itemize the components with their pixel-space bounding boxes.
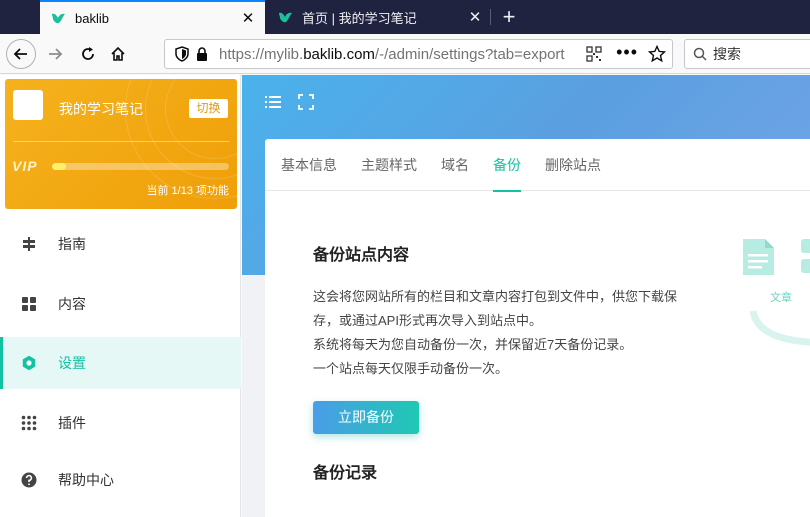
gear-icon: [20, 354, 38, 372]
search-input[interactable]: [713, 46, 803, 62]
tab-separator: [490, 9, 491, 25]
help-icon: [20, 471, 38, 489]
sidebar-item-label: 设置: [58, 355, 86, 371]
sidebar-item-label: 插件: [58, 415, 86, 431]
reload-icon: [82, 47, 94, 60]
star-icon[interactable]: [648, 45, 666, 63]
divider: [13, 141, 229, 142]
navigation-toolbar: https://mylib.baklib.com/-/admin/setting…: [0, 34, 810, 74]
arrow-left-icon: [13, 48, 27, 60]
vip-progress-fill: [52, 163, 66, 170]
close-tab-icon[interactable]: ✕: [464, 8, 486, 26]
description-line: 一个站点每天仅限手动备份一次。: [313, 361, 509, 376]
baklib-logo-icon: [279, 12, 292, 23]
url-path: /-/admin/settings?tab=export: [374, 45, 565, 63]
description-line: 存，或通过API形式再次导入到站点中。: [313, 313, 542, 328]
tab-backup[interactable]: 备份: [493, 139, 521, 192]
home-icon: [111, 46, 125, 61]
main-content: 基本信息 主题样式 域名 备份 删除站点 备份站点内容 这会将您网站所有的栏目和…: [242, 75, 810, 517]
vip-status: 当前 1/13 项功能: [146, 185, 229, 197]
sidebar: 我的学习笔记 切换 VIP 当前 1/13 项功能 指南 内容 设置 插件 帮助…: [0, 75, 241, 517]
page-actions-icon[interactable]: •••: [616, 42, 638, 63]
address-bar[interactable]: https://mylib.baklib.com/-/admin/setting…: [164, 39, 673, 69]
site-name: 我的学习笔记: [59, 101, 143, 117]
baklib-logo-icon: [52, 13, 65, 24]
reload-button[interactable]: [73, 39, 103, 69]
description-line: 系统将每天为您自动备份一次，并保留近7天备份记录。: [313, 337, 633, 352]
sidebar-item-label: 内容: [58, 296, 86, 312]
vip-badge: VIP: [12, 158, 38, 174]
vip-progress-bar: [52, 163, 229, 170]
back-button[interactable]: [6, 39, 36, 69]
browser-tab-strip: baklib ✕ 首页 | 我的学习笔记 ✕ +: [0, 0, 810, 34]
url-prefix: https://mylib.: [219, 45, 304, 63]
sidebar-item-help[interactable]: 帮助中心: [0, 454, 241, 506]
arrow-right-icon: [49, 48, 63, 60]
tab-title: 首页 | 我的学习笔记: [302, 10, 417, 26]
browser-tab-homepage[interactable]: 首页 | 我的学习笔记 ✕: [267, 0, 492, 34]
backup-now-button[interactable]: 立即备份: [313, 401, 419, 434]
sidebar-item-label: 帮助中心: [58, 472, 114, 488]
browser-search-bar[interactable]: [684, 39, 810, 69]
shield-icon[interactable]: [173, 45, 191, 63]
backup-records-title: 备份记录: [313, 465, 378, 482]
tab-title: baklib: [75, 10, 109, 26]
list-menu-icon[interactable]: [264, 93, 282, 111]
search-icon: [693, 47, 707, 61]
sidebar-item-guide[interactable]: 指南: [0, 218, 241, 270]
settings-panel: 基本信息 主题样式 域名 备份 删除站点 备份站点内容 这会将您网站所有的栏目和…: [265, 139, 810, 517]
qr-code-icon[interactable]: [586, 46, 602, 62]
tab-basic-info[interactable]: 基本信息: [281, 139, 337, 191]
browser-tab-baklib[interactable]: baklib ✕: [40, 0, 265, 34]
tab-domain[interactable]: 域名: [441, 139, 469, 191]
backup-section-title: 备份站点内容: [313, 247, 410, 264]
home-button[interactable]: [103, 39, 133, 69]
backup-description: 这会将您网站所有的栏目和文章内容打包到文件中，供您下载保 存，或通过API形式再…: [313, 285, 713, 381]
description-line: 这会将您网站所有的栏目和文章内容打包到文件中，供您下载保: [313, 289, 678, 304]
switch-site-button[interactable]: 切换: [189, 99, 228, 118]
sidebar-item-plugins[interactable]: 插件: [0, 397, 241, 449]
signpost-icon: [20, 235, 38, 253]
grid-icon: [20, 295, 38, 313]
url-text[interactable]: https://mylib.baklib.com/-/admin/setting…: [219, 46, 565, 63]
dots-grid-icon: [20, 414, 38, 432]
fullscreen-icon[interactable]: [297, 93, 315, 111]
lock-icon[interactable]: [193, 45, 211, 63]
site-logo[interactable]: [13, 90, 43, 120]
new-tab-button[interactable]: +: [496, 4, 522, 30]
site-card: 我的学习笔记 切换 VIP 当前 1/13 项功能: [5, 79, 237, 209]
url-host: baklib.com: [303, 45, 375, 63]
forward-button[interactable]: [40, 39, 70, 69]
close-tab-icon[interactable]: ✕: [237, 9, 259, 27]
sidebar-item-label: 指南: [58, 236, 86, 252]
settings-tabs: 基本信息 主题样式 域名 备份 删除站点: [265, 139, 810, 192]
sidebar-item-settings[interactable]: 设置: [0, 337, 241, 389]
tab-delete-site[interactable]: 删除站点: [545, 139, 601, 191]
tab-theme-style[interactable]: 主题样式: [361, 139, 417, 191]
illustration-label: 文章: [770, 292, 792, 304]
sidebar-item-content[interactable]: 内容: [0, 278, 241, 330]
